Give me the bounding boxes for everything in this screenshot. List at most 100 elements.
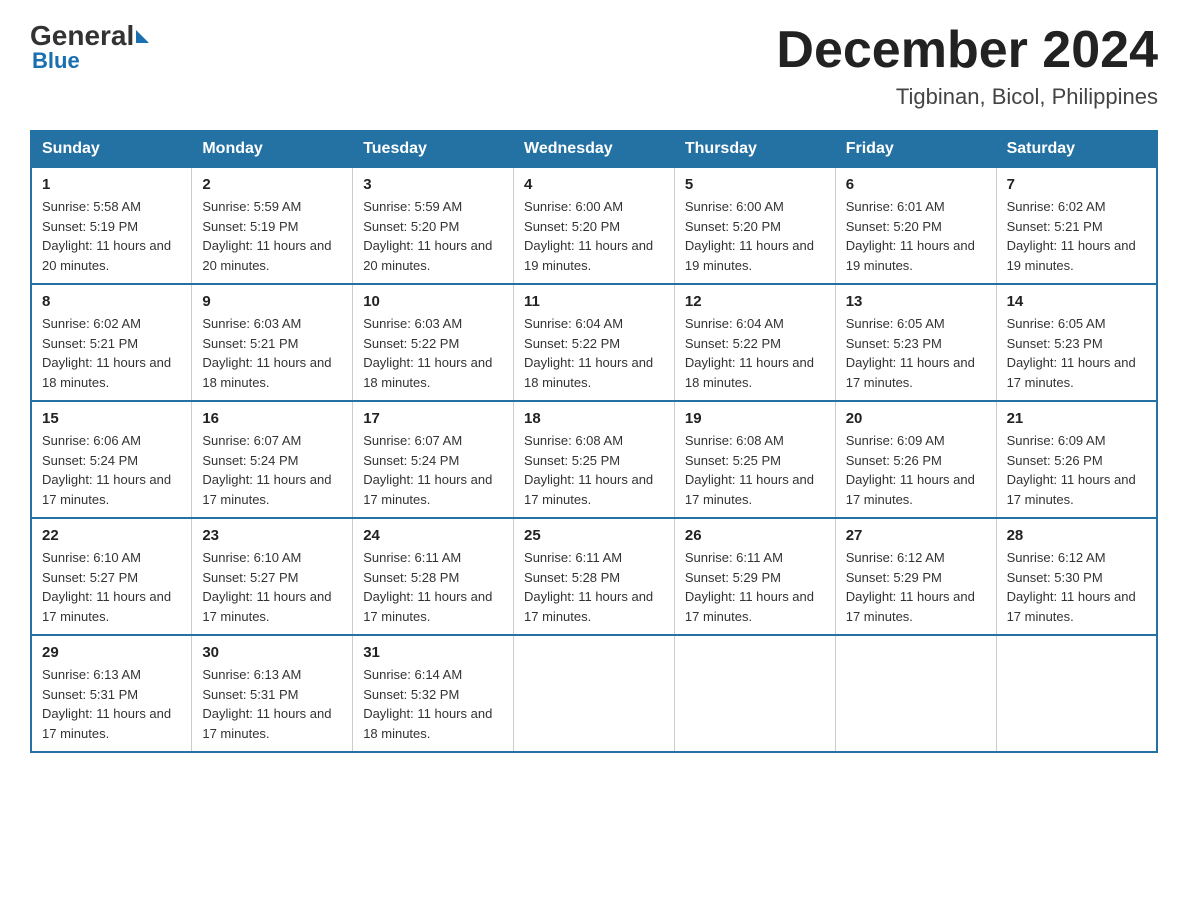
day-info: Sunrise: 6:05 AM Sunset: 5:23 PM Dayligh… — [846, 314, 986, 392]
day-number: 6 — [846, 176, 986, 193]
day-number: 12 — [685, 293, 825, 310]
day-number: 21 — [1007, 410, 1146, 427]
sunset-label: Sunset: 5:30 PM — [1007, 570, 1103, 585]
daylight-label: Daylight: 11 hours and 18 minutes. — [363, 355, 492, 390]
daylight-label: Daylight: 11 hours and 17 minutes. — [1007, 355, 1136, 390]
daylight-label: Daylight: 11 hours and 17 minutes. — [846, 589, 975, 624]
calendar-cell: 27 Sunrise: 6:12 AM Sunset: 5:29 PM Dayl… — [835, 518, 996, 635]
calendar-cell: 7 Sunrise: 6:02 AM Sunset: 5:21 PM Dayli… — [996, 167, 1157, 284]
calendar-cell: 31 Sunrise: 6:14 AM Sunset: 5:32 PM Dayl… — [353, 635, 514, 752]
sunrise-label: Sunrise: 6:09 AM — [846, 433, 945, 448]
sunset-label: Sunset: 5:24 PM — [202, 453, 298, 468]
calendar-cell: 25 Sunrise: 6:11 AM Sunset: 5:28 PM Dayl… — [514, 518, 675, 635]
sunrise-label: Sunrise: 6:11 AM — [524, 550, 622, 565]
day-info: Sunrise: 6:09 AM Sunset: 5:26 PM Dayligh… — [1007, 431, 1146, 509]
day-info: Sunrise: 6:12 AM Sunset: 5:29 PM Dayligh… — [846, 548, 986, 626]
weekday-header-sunday: Sunday — [31, 131, 192, 167]
sunrise-label: Sunrise: 6:06 AM — [42, 433, 141, 448]
calendar-week-row: 1 Sunrise: 5:58 AM Sunset: 5:19 PM Dayli… — [31, 167, 1157, 284]
sunset-label: Sunset: 5:29 PM — [846, 570, 942, 585]
weekday-header-row: SundayMondayTuesdayWednesdayThursdayFrid… — [31, 131, 1157, 167]
daylight-label: Daylight: 11 hours and 20 minutes. — [363, 238, 492, 273]
day-info: Sunrise: 6:04 AM Sunset: 5:22 PM Dayligh… — [524, 314, 664, 392]
day-info: Sunrise: 6:11 AM Sunset: 5:29 PM Dayligh… — [685, 548, 825, 626]
day-info: Sunrise: 6:01 AM Sunset: 5:20 PM Dayligh… — [846, 197, 986, 275]
day-info: Sunrise: 5:58 AM Sunset: 5:19 PM Dayligh… — [42, 197, 181, 275]
day-number: 4 — [524, 176, 664, 193]
calendar-cell: 19 Sunrise: 6:08 AM Sunset: 5:25 PM Dayl… — [674, 401, 835, 518]
logo-area: General Blue — [30, 20, 150, 74]
sunset-label: Sunset: 5:21 PM — [42, 336, 138, 351]
day-number: 30 — [202, 644, 342, 661]
daylight-label: Daylight: 11 hours and 20 minutes. — [202, 238, 331, 273]
calendar-cell: 5 Sunrise: 6:00 AM Sunset: 5:20 PM Dayli… — [674, 167, 835, 284]
calendar-cell: 28 Sunrise: 6:12 AM Sunset: 5:30 PM Dayl… — [996, 518, 1157, 635]
day-number: 5 — [685, 176, 825, 193]
daylight-label: Daylight: 11 hours and 17 minutes. — [363, 589, 492, 624]
calendar-cell: 21 Sunrise: 6:09 AM Sunset: 5:26 PM Dayl… — [996, 401, 1157, 518]
daylight-label: Daylight: 11 hours and 19 minutes. — [524, 238, 653, 273]
day-info: Sunrise: 6:13 AM Sunset: 5:31 PM Dayligh… — [42, 665, 181, 743]
header: General Blue December 2024 Tigbinan, Bic… — [30, 20, 1158, 110]
weekday-header-thursday: Thursday — [674, 131, 835, 167]
sunset-label: Sunset: 5:26 PM — [1007, 453, 1103, 468]
day-number: 8 — [42, 293, 181, 310]
calendar-cell: 26 Sunrise: 6:11 AM Sunset: 5:29 PM Dayl… — [674, 518, 835, 635]
sunset-label: Sunset: 5:20 PM — [363, 219, 459, 234]
sunrise-label: Sunrise: 6:01 AM — [846, 199, 945, 214]
calendar-cell: 17 Sunrise: 6:07 AM Sunset: 5:24 PM Dayl… — [353, 401, 514, 518]
day-number: 7 — [1007, 176, 1146, 193]
sunset-label: Sunset: 5:26 PM — [846, 453, 942, 468]
day-info: Sunrise: 6:04 AM Sunset: 5:22 PM Dayligh… — [685, 314, 825, 392]
day-number: 9 — [202, 293, 342, 310]
sunset-label: Sunset: 5:27 PM — [42, 570, 138, 585]
day-info: Sunrise: 6:12 AM Sunset: 5:30 PM Dayligh… — [1007, 548, 1146, 626]
calendar-cell: 12 Sunrise: 6:04 AM Sunset: 5:22 PM Dayl… — [674, 284, 835, 401]
daylight-label: Daylight: 11 hours and 18 minutes. — [202, 355, 331, 390]
day-number: 16 — [202, 410, 342, 427]
day-number: 17 — [363, 410, 503, 427]
sunrise-label: Sunrise: 5:59 AM — [363, 199, 462, 214]
sunset-label: Sunset: 5:29 PM — [685, 570, 781, 585]
daylight-label: Daylight: 11 hours and 19 minutes. — [1007, 238, 1136, 273]
month-title: December 2024 — [776, 20, 1158, 80]
calendar-cell: 18 Sunrise: 6:08 AM Sunset: 5:25 PM Dayl… — [514, 401, 675, 518]
sunset-label: Sunset: 5:21 PM — [202, 336, 298, 351]
daylight-label: Daylight: 11 hours and 17 minutes. — [42, 706, 171, 741]
weekday-header-monday: Monday — [192, 131, 353, 167]
sunrise-label: Sunrise: 6:05 AM — [846, 316, 945, 331]
sunrise-label: Sunrise: 6:05 AM — [1007, 316, 1106, 331]
sunset-label: Sunset: 5:28 PM — [363, 570, 459, 585]
sunrise-label: Sunrise: 6:03 AM — [202, 316, 301, 331]
sunrise-label: Sunrise: 6:13 AM — [42, 667, 141, 682]
sunrise-label: Sunrise: 6:07 AM — [202, 433, 301, 448]
day-info: Sunrise: 6:05 AM Sunset: 5:23 PM Dayligh… — [1007, 314, 1146, 392]
day-number: 14 — [1007, 293, 1146, 310]
calendar-cell: 15 Sunrise: 6:06 AM Sunset: 5:24 PM Dayl… — [31, 401, 192, 518]
sunset-label: Sunset: 5:23 PM — [1007, 336, 1103, 351]
day-info: Sunrise: 6:03 AM Sunset: 5:22 PM Dayligh… — [363, 314, 503, 392]
calendar-cell: 24 Sunrise: 6:11 AM Sunset: 5:28 PM Dayl… — [353, 518, 514, 635]
sunrise-label: Sunrise: 6:12 AM — [1007, 550, 1106, 565]
day-info: Sunrise: 6:08 AM Sunset: 5:25 PM Dayligh… — [685, 431, 825, 509]
day-info: Sunrise: 6:07 AM Sunset: 5:24 PM Dayligh… — [363, 431, 503, 509]
sunrise-label: Sunrise: 6:11 AM — [363, 550, 461, 565]
daylight-label: Daylight: 11 hours and 17 minutes. — [1007, 472, 1136, 507]
sunrise-label: Sunrise: 6:00 AM — [685, 199, 784, 214]
sunrise-label: Sunrise: 6:04 AM — [524, 316, 623, 331]
day-number: 25 — [524, 527, 664, 544]
daylight-label: Daylight: 11 hours and 18 minutes. — [685, 355, 814, 390]
day-number: 28 — [1007, 527, 1146, 544]
sunset-label: Sunset: 5:20 PM — [524, 219, 620, 234]
day-number: 20 — [846, 410, 986, 427]
sunset-label: Sunset: 5:19 PM — [202, 219, 298, 234]
sunrise-label: Sunrise: 6:02 AM — [1007, 199, 1106, 214]
day-info: Sunrise: 6:11 AM Sunset: 5:28 PM Dayligh… — [524, 548, 664, 626]
day-number: 22 — [42, 527, 181, 544]
sunset-label: Sunset: 5:32 PM — [363, 687, 459, 702]
day-number: 2 — [202, 176, 342, 193]
daylight-label: Daylight: 11 hours and 17 minutes. — [685, 472, 814, 507]
day-info: Sunrise: 6:07 AM Sunset: 5:24 PM Dayligh… — [202, 431, 342, 509]
calendar-cell: 6 Sunrise: 6:01 AM Sunset: 5:20 PM Dayli… — [835, 167, 996, 284]
day-info: Sunrise: 6:00 AM Sunset: 5:20 PM Dayligh… — [685, 197, 825, 275]
